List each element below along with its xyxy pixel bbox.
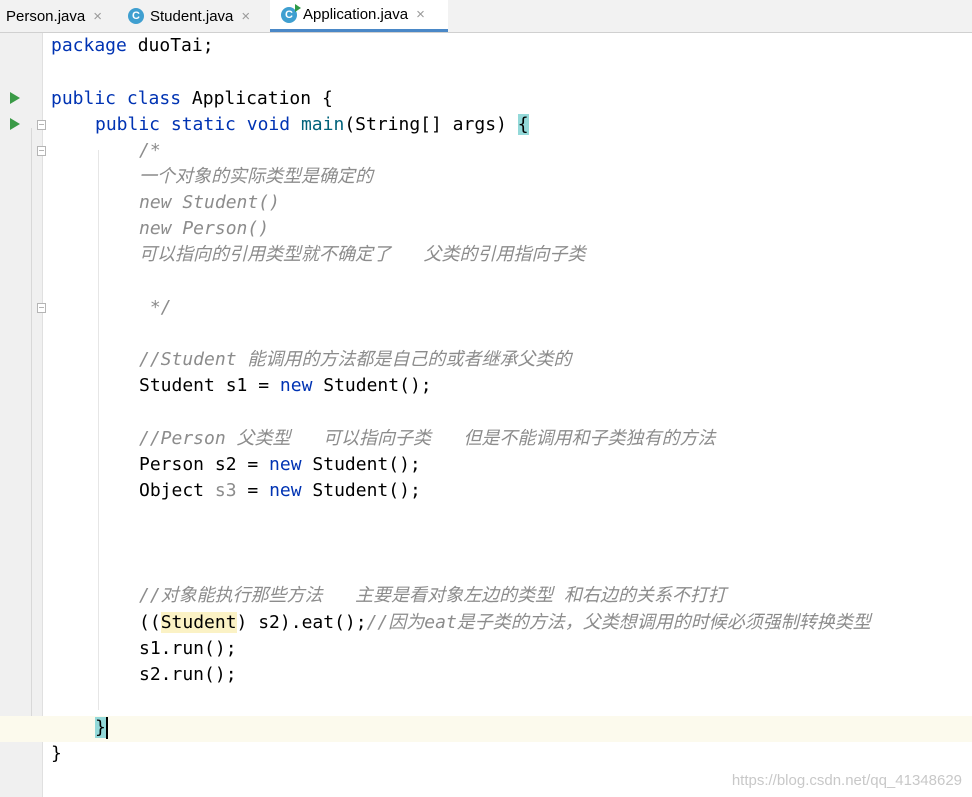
fold-comment-icon[interactable]	[37, 146, 46, 156]
code-line: public static void main(String[] args) {	[95, 114, 529, 135]
current-line-highlight	[0, 716, 972, 742]
tab-label: Person.java	[6, 7, 86, 25]
close-icon[interactable]: ×	[93, 8, 102, 25]
comment-line: //对象能执行那些方法 主要是看对象左边的类型 和右边的关系不打打	[139, 585, 727, 606]
indent-guide	[98, 150, 99, 710]
fold-method-icon[interactable]	[37, 120, 46, 130]
comment-line: //Student 能调用的方法都是自己的或者继承父类的	[139, 349, 572, 370]
code-line: public class Application {	[51, 88, 333, 109]
close-icon[interactable]: ×	[241, 8, 250, 25]
code-line: s1.run();	[139, 638, 237, 659]
code-line: Person s2 = new Student();	[139, 454, 421, 475]
comment-line: */	[139, 297, 172, 318]
code-line: s2.run();	[139, 664, 237, 685]
editor-gutter	[0, 33, 46, 797]
tab-student-java[interactable]: C Student.java ×	[128, 0, 268, 32]
java-runnable-class-icon: C	[281, 3, 301, 23]
code-line: }	[95, 717, 108, 739]
fold-guide-line	[31, 128, 32, 738]
comment-line: new Person()	[139, 218, 270, 239]
comment-line: 可以指向的引用类型就不确定了 父类的引用指向子类	[139, 244, 586, 265]
comment-line: new Student()	[139, 192, 280, 213]
comment-line: /*	[139, 140, 161, 161]
editor-tab-bar: Person.java × C Student.java × C Applica…	[0, 0, 972, 33]
java-class-icon: C	[128, 8, 144, 24]
tab-application-java[interactable]: C Application.java ×	[270, 0, 448, 32]
comment-line: 一个对象的实际类型是确定的	[139, 166, 373, 187]
code-line: Object s3 = new Student();	[139, 480, 421, 501]
text-caret	[105, 717, 108, 739]
code-line: Student s1 = new Student();	[139, 375, 432, 396]
tab-label: Student.java	[150, 7, 234, 25]
run-main-icon[interactable]	[10, 118, 20, 130]
tab-label: Application.java	[303, 6, 409, 23]
fold-comment-end-icon[interactable]	[37, 303, 46, 313]
code-line: ((Student) s2).eat();//因为eat是子类的方法，父类想调用…	[139, 612, 871, 633]
close-icon[interactable]: ×	[416, 6, 425, 23]
code-line: package duoTai;	[51, 35, 214, 56]
comment-line: //Person 父类型 可以指向子类 但是不能调用和子类独有的方法	[139, 428, 716, 449]
run-class-icon[interactable]	[10, 92, 20, 104]
tab-person-java[interactable]: Person.java ×	[6, 0, 124, 32]
code-line: }	[51, 743, 62, 764]
watermark-text: https://blog.csdn.net/qq_41348629	[731, 772, 962, 789]
